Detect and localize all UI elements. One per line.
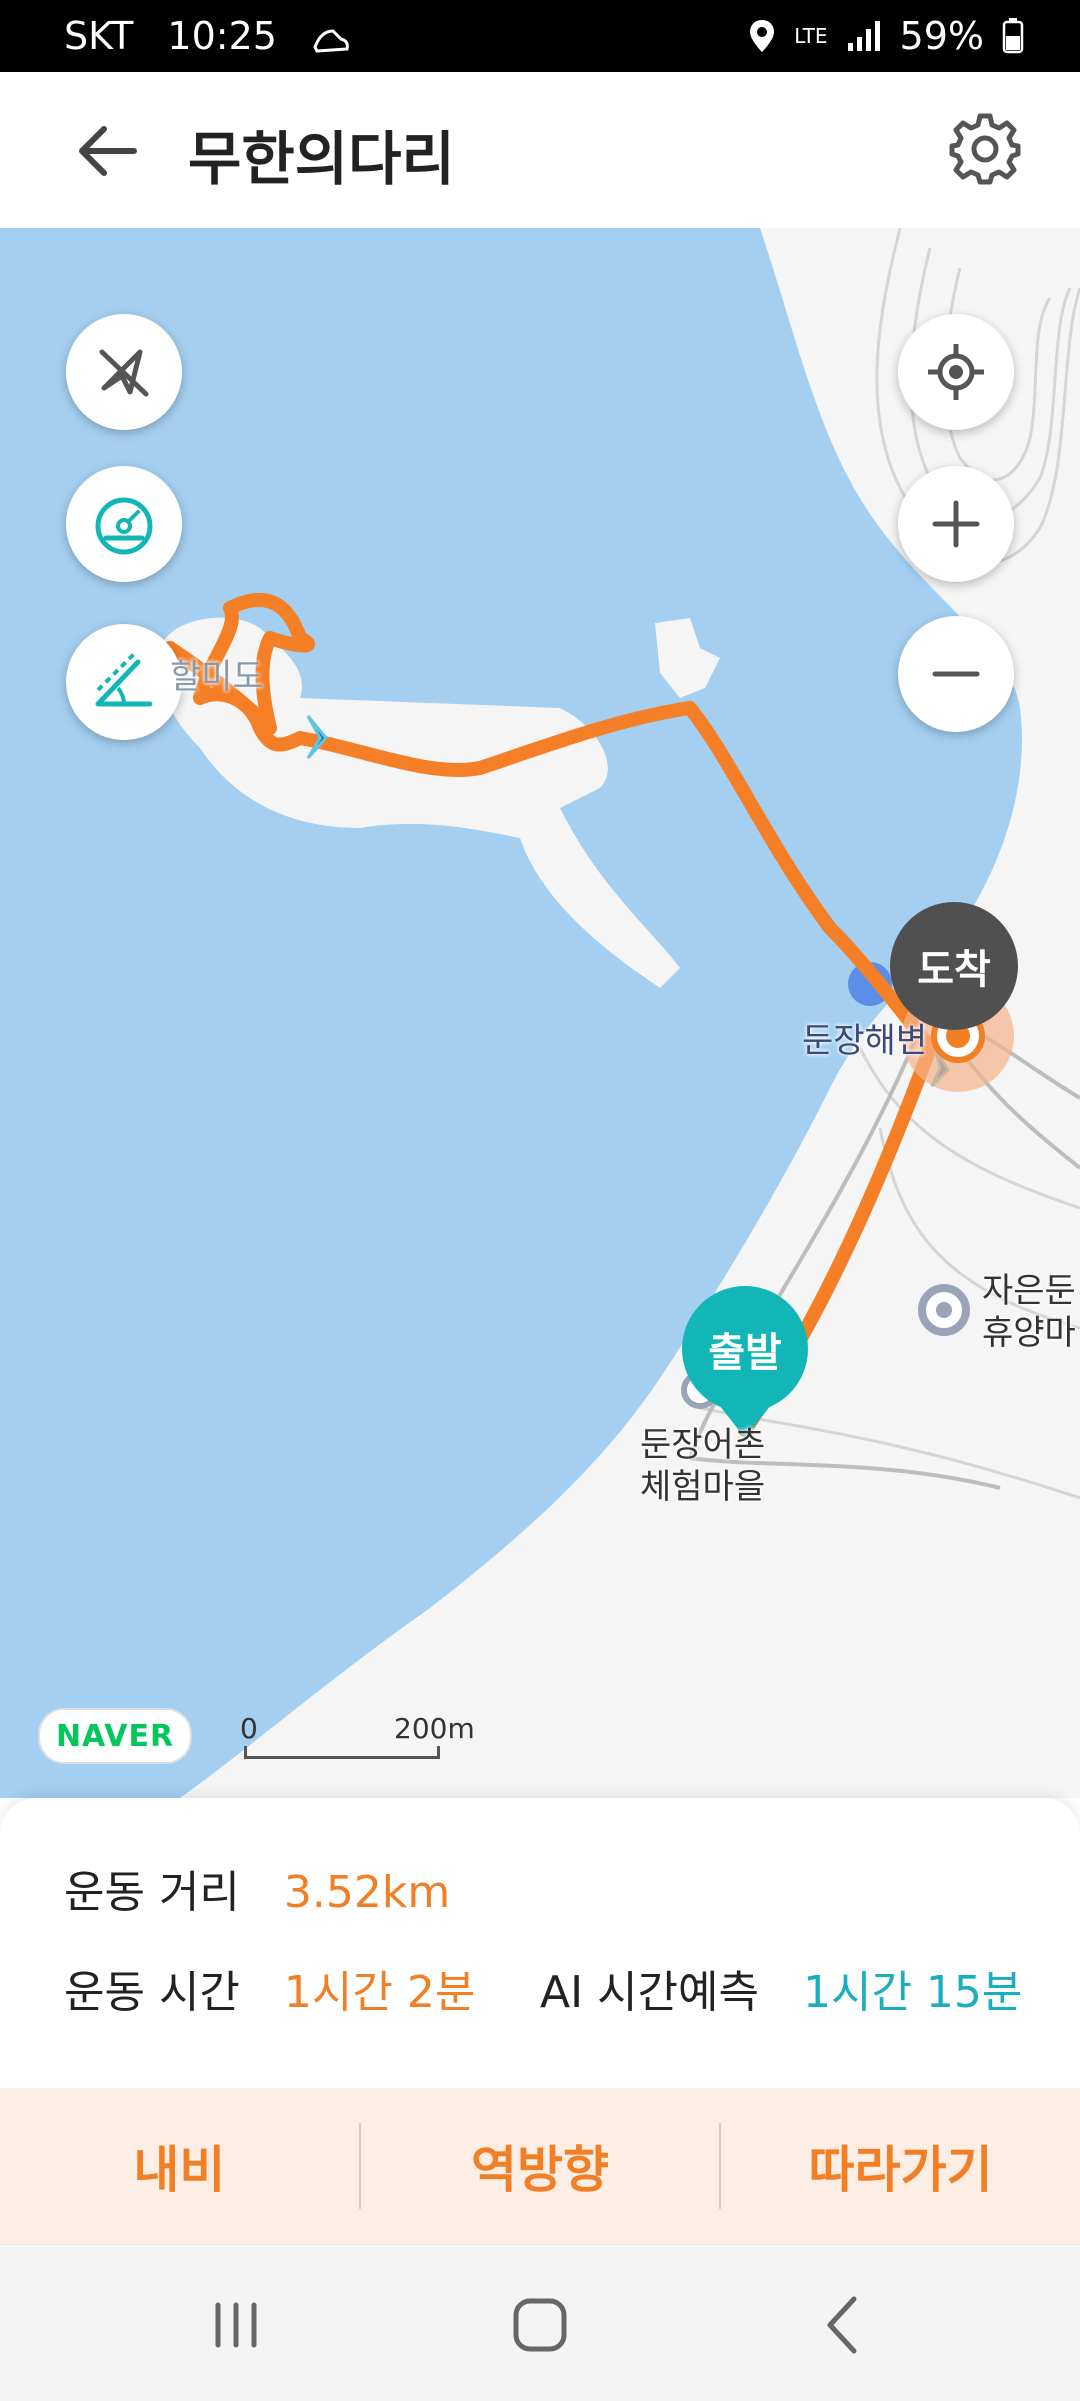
- distance-label: 운동 거리: [64, 1867, 240, 1918]
- my-location-icon: [928, 344, 984, 400]
- time-value: 1시간 2분: [283, 1967, 476, 2018]
- village-label-line1: 둔장어촌: [640, 1425, 766, 1465]
- scale-zero: 0: [240, 1712, 258, 1745]
- signal-icon: [847, 21, 880, 51]
- village-label-2: 자은둔 휴양마: [982, 1270, 1076, 1354]
- back-icon[interactable]: [804, 2285, 884, 2365]
- navi-button[interactable]: 내비: [0, 2130, 359, 2202]
- island-label: 할미도: [170, 657, 264, 697]
- network-type: LTE: [794, 24, 828, 48]
- speedometer-icon: [95, 497, 153, 555]
- map-view[interactable]: 할미도 둔장해변 둔장어촌 체험마을 자은둔 휴양마 도착 출발 NAVER 0…: [0, 228, 1080, 1798]
- recents-icon[interactable]: [196, 2285, 276, 2365]
- village-label-2-line2: 휴양마: [982, 1313, 1076, 1353]
- naver-logo: NAVER: [38, 1708, 192, 1764]
- home-icon[interactable]: [500, 2285, 580, 2365]
- running-shoe-icon: [313, 28, 349, 53]
- elevation-button[interactable]: [66, 624, 182, 740]
- start-marker[interactable]: 출발: [682, 1286, 808, 1412]
- scale-line: [244, 1746, 440, 1759]
- app-bar: 무한의다리: [0, 72, 1080, 229]
- workout-info-panel: 운동 거리 3.52km 운동 시간 1시간 2분 AI 시간예측 1시간 15…: [0, 1798, 1080, 2088]
- speedometer-button[interactable]: [66, 466, 182, 582]
- ai-prediction-value: 1시간 15분: [802, 1967, 1023, 2018]
- battery-icon: [1002, 18, 1024, 54]
- beach-label: 둔장해변: [802, 1021, 928, 1061]
- battery-percent: 59%: [899, 14, 984, 58]
- village-label: 둔장어촌 체험마을: [640, 1424, 765, 1508]
- elevation-icon: [95, 652, 153, 707]
- carrier-label: SKT: [64, 14, 134, 58]
- village-label-2-line1: 자은둔: [982, 1271, 1076, 1311]
- zoom-in-button[interactable]: [898, 466, 1014, 582]
- system-nav-bar: [0, 2244, 1080, 2401]
- clock: 10:25: [167, 14, 277, 58]
- location-icon: [750, 20, 775, 52]
- distance-row: 운동 거리 3.52km: [64, 1856, 450, 1920]
- time-label: 운동 시간: [64, 1967, 240, 2018]
- page-title: 무한의다리: [188, 125, 455, 193]
- reverse-button[interactable]: 역방향: [361, 2130, 720, 2202]
- zoom-in-icon: [932, 500, 980, 548]
- ai-prediction-row: AI 시간예측 1시간 15분: [540, 1956, 1022, 2020]
- time-row: 운동 시간 1시간 2분: [64, 1956, 475, 2020]
- my-location-button[interactable]: [898, 314, 1014, 430]
- gear-icon[interactable]: [946, 110, 1024, 188]
- arrow-left-icon[interactable]: [72, 116, 142, 186]
- zoom-out-button[interactable]: [898, 616, 1014, 732]
- zoom-out-icon: [932, 671, 980, 677]
- follow-button[interactable]: 따라가기: [721, 2130, 1080, 2202]
- action-bar: 내비 역방향 따라가기: [0, 2088, 1080, 2244]
- sea-area: [0, 228, 1022, 1798]
- status-bar: SKT 10:25 LTE 59%: [0, 0, 1080, 72]
- distance-value: 3.52km: [283, 1867, 451, 1918]
- navigation-off-button[interactable]: [66, 314, 182, 430]
- arrival-marker[interactable]: 도착: [890, 902, 1018, 1030]
- village-label-line2: 체험마을: [640, 1467, 766, 1507]
- ai-prediction-label: AI 시간예측: [540, 1967, 759, 2018]
- scale-max: 200m: [394, 1712, 475, 1745]
- navigation-off-icon: [99, 349, 149, 397]
- scale-bar: 0 200m: [240, 1712, 480, 1759]
